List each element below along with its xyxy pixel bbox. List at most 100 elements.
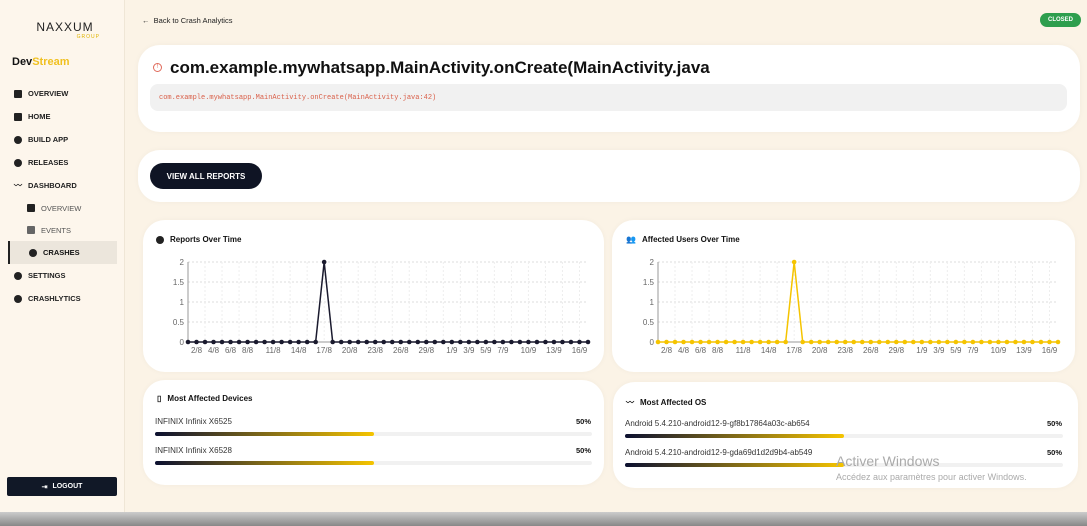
home-icon [14, 112, 22, 121]
data-point [313, 339, 318, 345]
data-point [945, 339, 950, 345]
data-point [330, 339, 335, 345]
data-point [672, 339, 678, 345]
data-point [228, 339, 233, 345]
x-tick-label: 13/9 [546, 346, 562, 355]
device-name: INFINIX Infinix X6525 [155, 417, 232, 426]
x-tick-label: 3/9 [933, 346, 945, 355]
calendar-icon [27, 226, 35, 234]
data-point [423, 339, 429, 345]
data-point [936, 339, 942, 345]
data-point [509, 339, 514, 345]
data-point [1013, 339, 1018, 345]
error-icon: ! [153, 63, 162, 72]
data-point [500, 339, 506, 345]
nav-dashboard[interactable]: 〰 DASHBOARD [0, 174, 125, 197]
data-point [970, 339, 976, 345]
data-point [706, 339, 712, 345]
data-point [766, 339, 771, 345]
crash-title: com.example.mywhatsapp.MainActivity.onCr… [170, 58, 710, 77]
data-point [919, 339, 925, 345]
grid-icon [27, 204, 35, 212]
y-tick-label: 0 [180, 338, 185, 347]
nav-crashes[interactable]: CRASHES [8, 241, 117, 264]
logout-icon: ⇥ [41, 483, 48, 491]
device-name: INFINIX Infinix X6528 [155, 446, 232, 455]
data-point [270, 339, 276, 345]
data-point [740, 339, 746, 345]
data-point [194, 339, 199, 345]
x-tick-label: 1/9 [446, 346, 458, 355]
back-link[interactable]: ← Back to Crash Analytics [142, 16, 232, 25]
brand: DevStream [12, 56, 70, 68]
data-point [287, 339, 293, 345]
nav-dashboard-overview[interactable]: OVERVIEW [0, 197, 125, 219]
x-tick-label: 17/8 [786, 346, 802, 355]
nav-crashlytics[interactable]: CRASHLYTICS [0, 287, 125, 310]
logout-button[interactable]: ⇥ LOGOUT [7, 477, 117, 496]
x-tick-label: 20/8 [342, 346, 358, 355]
x-tick-label: 7/9 [967, 346, 979, 355]
nav-home[interactable]: HOME [0, 105, 125, 128]
status-badge: CLOSED [1040, 13, 1082, 27]
users-chart-title: 👥 Affected Users Over Time [626, 235, 740, 244]
data-point [698, 339, 703, 345]
data-point [996, 339, 1001, 345]
nav-releases[interactable]: RELEASES [0, 151, 125, 174]
actions-card [138, 150, 1080, 202]
data-point [347, 339, 353, 345]
data-point [406, 339, 412, 345]
data-point [834, 339, 840, 345]
sidebar: NAXXUM GROUP DevStream OVERVIEW HOME BUIL… [0, 0, 125, 526]
data-point [364, 339, 370, 345]
x-tick-label: 6/8 [225, 346, 237, 355]
data-point [876, 339, 882, 345]
data-point [551, 339, 557, 345]
data-point [381, 339, 387, 345]
x-tick-label: 23/8 [837, 346, 853, 355]
x-tick-label: 16/9 [572, 346, 588, 355]
data-point [783, 339, 788, 345]
data-point [372, 339, 378, 345]
x-tick-label: 7/9 [497, 346, 509, 355]
data-point [526, 339, 531, 345]
data-point [219, 339, 225, 345]
os-name: Android 5.4.210-android12-9-gda69d1d2d9b… [625, 448, 813, 457]
x-tick-label: 29/8 [889, 346, 905, 355]
y-tick-label: 0.5 [173, 318, 185, 327]
data-point [577, 339, 582, 345]
data-point [1030, 339, 1035, 345]
nav-build-app[interactable]: BUILD APP [0, 128, 125, 151]
x-tick-label: 4/8 [678, 346, 690, 355]
x-tick-label: 3/9 [463, 346, 475, 355]
crash-location: com.example.mywhatsapp.MainActivity.onCr… [150, 84, 1067, 111]
data-point [1047, 339, 1052, 345]
data-point [1021, 339, 1027, 345]
x-tick-label: 8/8 [712, 346, 724, 355]
data-point [842, 339, 848, 345]
data-point [211, 339, 216, 345]
data-point [543, 339, 548, 345]
y-tick-label: 1.5 [643, 278, 655, 287]
nav-overview[interactable]: OVERVIEW [0, 82, 125, 105]
x-tick-label: 29/8 [419, 346, 435, 355]
alert-icon [29, 248, 37, 257]
data-point [466, 339, 472, 345]
data-point [1055, 339, 1061, 345]
data-point [859, 339, 865, 345]
view-all-reports-button[interactable]: VIEW ALL REPORTS [150, 163, 262, 189]
data-point [585, 339, 591, 345]
trend-icon: 〰 [14, 181, 22, 190]
phone-icon: ▯ [157, 394, 162, 403]
x-tick-label: 26/8 [393, 346, 409, 355]
y-tick-label: 1 [180, 298, 185, 307]
nav-settings[interactable]: SETTINGS [0, 264, 125, 287]
reports-chart-title: Reports Over Time [156, 235, 241, 244]
data-point [851, 339, 857, 345]
data-point [689, 339, 695, 345]
nav-events[interactable]: EVENTS [0, 219, 125, 241]
device-pct: 50% [576, 417, 592, 426]
x-tick-label: 14/8 [761, 346, 777, 355]
users-icon: 👥 [626, 235, 636, 244]
data-point [262, 339, 267, 345]
